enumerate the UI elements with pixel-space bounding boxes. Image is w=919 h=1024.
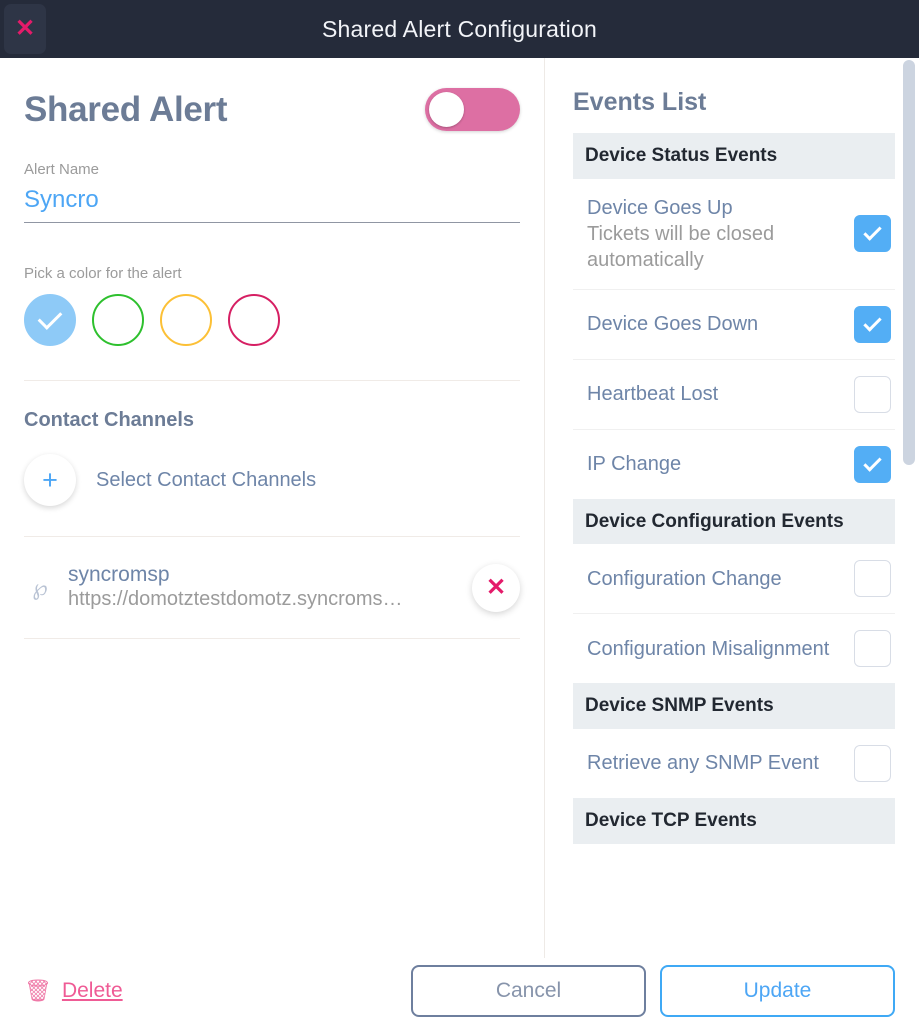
alert-heading: Shared Alert [24, 89, 228, 129]
alert-settings-panel: Shared Alert Alert Name Pick a color for… [0, 58, 545, 1024]
event-checkbox[interactable] [854, 445, 891, 483]
delete-label: Delete [61, 979, 123, 1002]
titlebar: ✕ Shared Alert Configuration [0, 0, 919, 58]
color-swatch-pink[interactable] [228, 294, 280, 346]
delete-button[interactable]: 🗑 Delete [24, 979, 123, 1003]
alert-enabled-toggle[interactable] [425, 88, 520, 131]
color-swatch-green[interactable] [92, 294, 144, 346]
event-texts: Retrieve any SNMP Event [587, 750, 842, 776]
color-swatch-row [24, 294, 520, 346]
section-divider [24, 380, 520, 381]
contact-channel-divider [24, 638, 520, 640]
event-checkbox[interactable] [854, 744, 891, 782]
event-texts: Heartbeat Lost [587, 381, 842, 407]
update-button[interactable]: Update [660, 965, 895, 1017]
event-texts: Device Goes Up Tickets will be closed aut… [587, 195, 842, 273]
events-scrollbar-thumb[interactable] [903, 60, 915, 465]
events-scroll-area[interactable]: Device Status Events Device Goes Up Ticket… [573, 133, 895, 993]
event-row[interactable]: Heartbeat Lost [573, 360, 895, 430]
event-texts: IP Change [587, 451, 842, 477]
event-checkbox[interactable] [854, 215, 891, 253]
close-button[interactable]: ✕ [4, 4, 46, 54]
color-picker-group: Pick a color for the alert [24, 265, 520, 346]
event-name: Device Goes Up [587, 196, 733, 219]
event-group-header: Device Status Events [573, 133, 895, 179]
plus-icon: + [24, 454, 76, 506]
alert-name-input[interactable] [24, 186, 520, 222]
shared-alert-configuration-dialog: ✕ Shared Alert Configuration Shared Aler… [0, 0, 919, 1024]
color-swatch-yellow[interactable] [160, 294, 212, 346]
events-list-panel: Events List Device Status Events Device G… [545, 58, 919, 1024]
events-list-heading: Events List [573, 88, 707, 116]
trash-icon: 🗑 [24, 978, 52, 1003]
event-row[interactable]: Device Goes Down [573, 290, 895, 360]
check-icon [37, 305, 63, 330]
check-icon [863, 222, 882, 241]
event-checkbox[interactable] [854, 375, 891, 413]
event-checkbox[interactable] [854, 305, 891, 343]
event-name: Configuration Misalignment [587, 637, 830, 660]
event-checkbox[interactable] [854, 630, 891, 668]
event-name: Heartbeat Lost [587, 383, 719, 406]
event-group-header: Device TCP Events [573, 797, 895, 844]
event-row[interactable]: IP Change [573, 430, 895, 499]
check-icon [863, 452, 882, 472]
event-row[interactable]: Configuration Change [573, 544, 895, 615]
event-row[interactable]: Retrieve any SNMP Event [573, 729, 895, 798]
event-name: Configuration Change [587, 567, 782, 590]
contact-channel-url: https://domotztestdomotz.syncroms… [68, 588, 403, 611]
webhook-icon: ℘ [32, 574, 48, 600]
contact-channel-texts: syncromsp https://domotztestdomotz.syncr… [68, 563, 462, 612]
color-picker-label: Pick a color for the alert [24, 265, 182, 282]
alert-name-label: Alert Name [24, 161, 100, 178]
event-row[interactable]: Configuration Misalignment [573, 614, 895, 683]
event-row[interactable]: Device Goes Up Tickets will be closed aut… [573, 179, 895, 290]
alert-name-field-group: Alert Name [24, 161, 520, 223]
close-icon: ✕ [485, 574, 507, 602]
contact-channels-heading: Contact Channels [24, 409, 195, 431]
select-contact-channels-label: Select Contact Channels [96, 468, 317, 491]
event-subtitle: Tickets will be closed automatically [587, 222, 775, 271]
color-swatch-blue[interactable] [24, 294, 76, 346]
event-texts: Device Goes Down [587, 311, 842, 337]
event-texts: Configuration Change [587, 566, 842, 592]
close-icon: ✕ [14, 15, 36, 42]
dialog-title: Shared Alert Configuration [322, 15, 597, 42]
check-icon [863, 312, 882, 332]
event-name: IP Change [587, 453, 682, 476]
cancel-button[interactable]: Cancel [411, 965, 646, 1017]
event-group-header: Device SNMP Events [573, 683, 895, 729]
remove-contact-channel-button[interactable]: ✕ [472, 563, 520, 612]
event-checkbox[interactable] [854, 560, 891, 598]
event-texts: Configuration Misalignment [587, 636, 842, 662]
alert-header-row: Shared Alert [24, 88, 520, 131]
alert-name-underline [24, 222, 520, 223]
toggle-knob [429, 92, 464, 127]
dialog-body: Shared Alert Alert Name Pick a color for… [0, 58, 919, 1024]
event-group-header: Device Configuration Events [573, 498, 895, 545]
contact-channel-name: syncromsp [68, 563, 170, 586]
contact-channel-row: ℘ syncromsp https://domotztestdomotz.syn… [24, 536, 520, 612]
select-contact-channels-button[interactable]: + Select Contact Channels [24, 454, 520, 506]
events-scrollbar[interactable] [903, 58, 917, 1024]
dialog-footer: 🗑 Delete Cancel Update [0, 958, 919, 1024]
event-name: Device Goes Down [587, 313, 759, 336]
event-name: Retrieve any SNMP Event [587, 752, 819, 775]
